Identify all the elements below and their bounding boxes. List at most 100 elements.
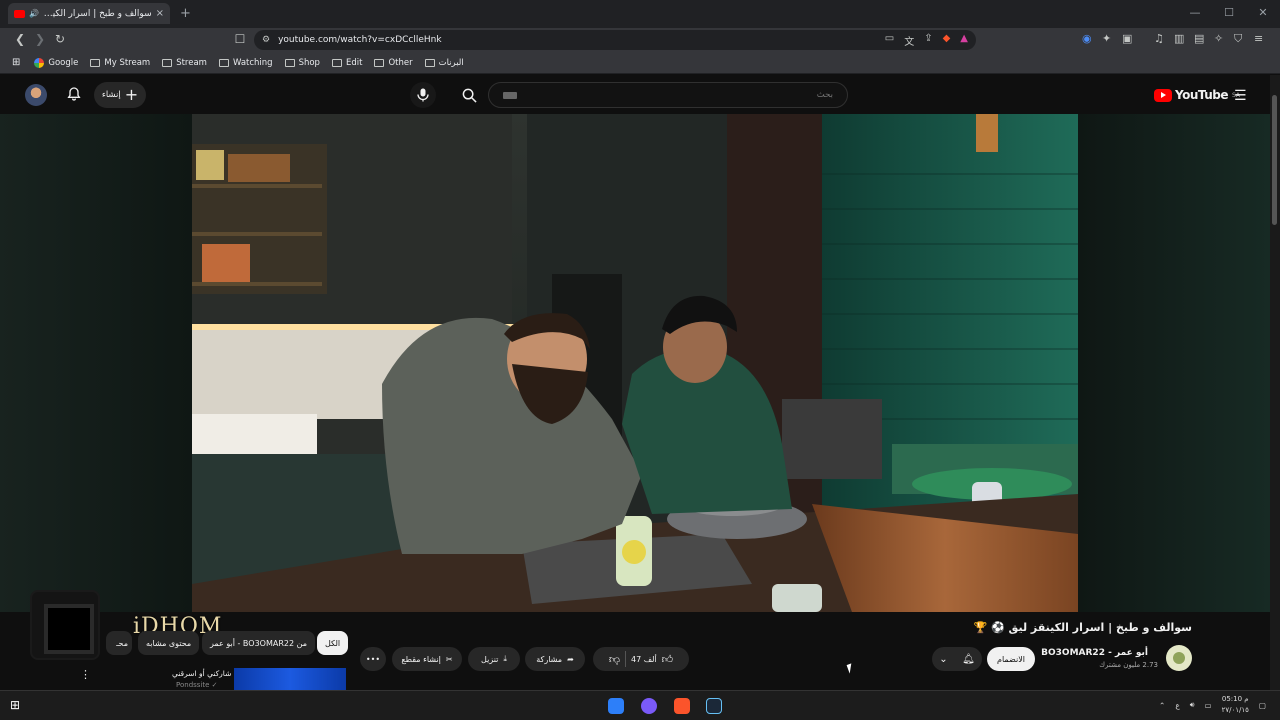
url-text[interactable]: youtube.com/watch?v=cxDCclleHnk xyxy=(278,35,442,45)
bookmark-watching[interactable]: Watching xyxy=(218,58,273,68)
site-info-icon[interactable]: ⚙ xyxy=(262,35,270,45)
scrollbar-thumb[interactable] xyxy=(1272,95,1277,225)
vpn-icon[interactable]: ⛉ xyxy=(1234,32,1242,46)
share-icon[interactable]: ⇪ xyxy=(924,33,932,48)
folder-icon xyxy=(424,58,435,67)
video-title: سوالف و طبخ | اسرار الكينقز ليق ⚽ 🏆 xyxy=(973,621,1193,634)
bookmark-shop[interactable]: Shop xyxy=(284,58,320,68)
extension-audio-icon[interactable]: ◉ xyxy=(1082,32,1092,45)
new-tab-button[interactable]: + xyxy=(180,6,191,21)
download-icon: ⤓ xyxy=(503,654,507,663)
more-actions-button[interactable]: ••• xyxy=(360,647,386,671)
overlay-qr-icon xyxy=(30,590,100,660)
video-frame[interactable] xyxy=(192,114,1078,612)
chip-all[interactable]: الكل xyxy=(317,631,349,655)
folder-icon xyxy=(374,58,385,67)
search-input[interactable] xyxy=(517,90,833,100)
minimize-button[interactable]: — xyxy=(1178,0,1212,28)
google-icon xyxy=(34,57,45,68)
download-button[interactable]: تنزيل ⤓ xyxy=(468,647,520,671)
bookmark-google[interactable]: Google xyxy=(34,57,78,68)
bookmark-star-icon[interactable]: ☐ xyxy=(230,32,250,46)
notifications-bell-icon[interactable] xyxy=(66,85,82,103)
search-button[interactable] xyxy=(452,82,486,108)
folder-icon xyxy=(162,58,173,67)
volume-icon[interactable]: 🔊︎ xyxy=(1190,700,1195,710)
channel-name[interactable]: أبو عمر - BO3OMAR22 xyxy=(1041,648,1148,658)
guide-menu-icon[interactable]: ☰ xyxy=(1234,88,1247,104)
share-arrow-icon: ➦ xyxy=(567,654,574,664)
like-divider xyxy=(624,651,626,667)
subscription-bell-button[interactable]: ⌄ 🔔︎ xyxy=(932,647,982,671)
steam-app-icon[interactable] xyxy=(706,698,722,714)
speaker-icon[interactable]: 🔊 xyxy=(29,9,39,18)
join-button[interactable]: الانضمام xyxy=(987,647,1035,671)
extensions-icon[interactable]: ✦ xyxy=(1102,32,1111,45)
screenshot-icon[interactable]: ▣ xyxy=(1122,32,1132,45)
keyboard-icon[interactable] xyxy=(503,91,517,99)
suggestion-menu-icon[interactable]: ⋮ xyxy=(80,668,91,681)
reload-icon[interactable]: ↻ xyxy=(50,32,70,46)
youtube-favicon-icon xyxy=(14,9,25,18)
page-scrollbar[interactable] xyxy=(1270,75,1280,690)
folder-icon xyxy=(90,58,101,67)
window-controls: — ☐ ✕ xyxy=(1178,0,1280,28)
notification-icon[interactable]: ▢ xyxy=(1259,701,1266,710)
music-icon[interactable]: ♫ xyxy=(1154,32,1164,45)
system-tray: ⌃ ع 🔊︎ ▭ 05:10 م ٢٧/٠١/١٥ ▢ xyxy=(1159,694,1266,716)
close-window-button[interactable]: ✕ xyxy=(1246,0,1280,28)
share-button[interactable]: مشاركة ➦ xyxy=(525,647,585,671)
windows-start-icon[interactable]: ⊞ xyxy=(10,698,20,712)
tab-close-icon[interactable]: × xyxy=(156,8,164,19)
suggestion-thumbnail[interactable] xyxy=(234,668,346,690)
like-dislike-group: 👎︎ 47 ألف 👍︎ xyxy=(593,647,689,671)
bookmark-stream[interactable]: Stream xyxy=(162,58,207,68)
browser-tab[interactable]: × سوالف و طبخ | اسرار الكينقز لي... 🔊 xyxy=(8,3,170,24)
apps-grid-icon[interactable]: ⊞ xyxy=(12,57,20,68)
back-icon[interactable]: ❮ xyxy=(10,32,30,46)
like-icon[interactable]: 👍︎ xyxy=(662,653,674,666)
channel-avatar[interactable] xyxy=(1166,645,1192,671)
bookmark-other[interactable]: Other xyxy=(374,58,413,68)
network-icon[interactable]: ▭ xyxy=(1205,701,1212,710)
youtube-logo[interactable]: YouTube SA xyxy=(1154,88,1240,102)
bookmark-edit[interactable]: Edit xyxy=(331,58,362,68)
sidebar-icon[interactable]: ▥ xyxy=(1174,32,1184,45)
voice-search-button[interactable] xyxy=(410,82,436,108)
menu-icon[interactable]: ≡ xyxy=(1254,32,1263,45)
discord-app-icon[interactable] xyxy=(641,698,657,714)
search-input-container[interactable] xyxy=(488,82,848,108)
chip-from-channel[interactable]: من BO3OMAR22 - أبو عمر xyxy=(202,631,315,655)
like-count[interactable]: 47 ألف xyxy=(631,655,657,664)
brave-shield-icon[interactable]: ◆ xyxy=(943,33,951,48)
microphone-icon xyxy=(417,88,429,102)
leo-ai-icon[interactable]: ✧ xyxy=(1214,32,1223,45)
wallet-icon[interactable]: ▤ xyxy=(1194,32,1204,45)
forward-icon[interactable]: ❯ xyxy=(30,32,50,46)
keyboard-lang[interactable]: ع xyxy=(1175,701,1179,710)
browser-toolbar: ❮ ❯ ↻ ☐ ⚙ youtube.com/watch?v=cxDCclleHn… xyxy=(0,28,1280,52)
dislike-button[interactable]: 👎︎ xyxy=(609,653,620,666)
edge-app-icon[interactable] xyxy=(608,698,624,714)
suggestion-title[interactable]: شاركني أو اسرقني xyxy=(172,669,231,678)
bookmark-my-stream[interactable]: My Stream xyxy=(90,58,150,68)
clip-button[interactable]: إنشاء مقطع ✂ xyxy=(392,647,462,671)
cast-icon[interactable]: ▭ xyxy=(885,33,894,48)
chip-more[interactable]: محـ xyxy=(106,631,132,655)
folder-icon xyxy=(284,58,295,67)
brave-rewards-icon[interactable]: ▲ xyxy=(960,33,968,48)
video-player[interactable] xyxy=(0,114,1270,612)
address-bar[interactable]: ⚙ youtube.com/watch?v=cxDCclleHnk ▭ 文 ⇪ … xyxy=(254,30,976,50)
below-player-area: iDHOM سوالف و طبخ | اسرار الكينقز ليق ⚽ … xyxy=(0,590,1270,690)
youtube-header: إنشاء + YouTube SA ☰ xyxy=(0,75,1280,115)
chip-similar[interactable]: محتوى مشابه xyxy=(138,631,200,655)
bookmark-arabic[interactable]: البرنات xyxy=(424,58,464,68)
maximize-button[interactable]: ☐ xyxy=(1212,0,1246,28)
brave-app-icon[interactable] xyxy=(674,698,690,714)
chevron-up-icon[interactable]: ⌃ xyxy=(1159,701,1165,710)
avatar[interactable] xyxy=(25,84,47,106)
create-button[interactable]: إنشاء + xyxy=(94,82,146,108)
folder-icon xyxy=(218,58,229,67)
clock[interactable]: 05:10 م ٢٧/٠١/١٥ xyxy=(1222,694,1249,716)
translate-icon[interactable]: 文 xyxy=(904,33,914,48)
